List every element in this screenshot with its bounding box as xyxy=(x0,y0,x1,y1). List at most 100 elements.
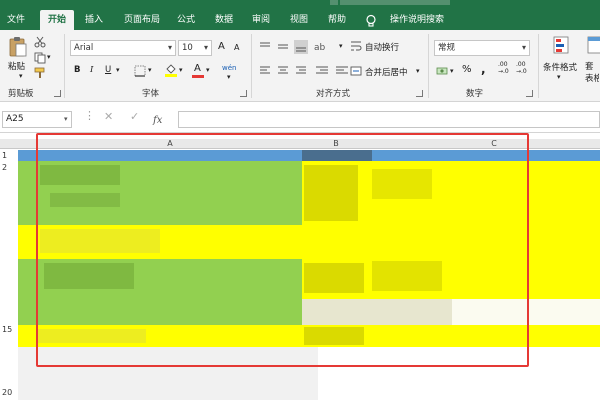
obscured-cell-text xyxy=(304,263,364,293)
font-color-button[interactable]: A xyxy=(192,62,204,78)
tab-view[interactable]: 视图 xyxy=(285,10,313,30)
accounting-dropdown-icon[interactable]: ▾ xyxy=(450,67,454,75)
tab-review[interactable]: 审阅 xyxy=(247,10,275,30)
phonetic-dropdown-icon[interactable]: ▾ xyxy=(227,73,231,81)
cancel-icon[interactable]: ✕ xyxy=(104,110,113,123)
wrap-text-button[interactable]: 自动换行 xyxy=(365,41,399,53)
column-header-a[interactable]: A xyxy=(40,139,300,149)
borders-dropdown-icon[interactable]: ▾ xyxy=(148,66,152,74)
format-painter-icon[interactable] xyxy=(34,67,46,79)
number-format-combo[interactable]: 常规 ▾ xyxy=(434,40,530,56)
copy-dropdown-icon[interactable]: ▾ xyxy=(47,53,51,61)
clipboard-launcher-icon[interactable] xyxy=(54,90,61,97)
vertical-align-icons[interactable]: ab xyxy=(258,40,330,54)
percent-button[interactable]: % xyxy=(462,64,472,75)
column-header-row: A B C xyxy=(0,139,600,149)
row-header-2[interactable]: 2 xyxy=(2,163,7,172)
font-color-swatch xyxy=(192,75,204,78)
conditional-formatting-icon[interactable] xyxy=(552,35,572,57)
group-separator xyxy=(428,34,429,98)
bold-button[interactable]: B xyxy=(74,65,80,75)
group-separator xyxy=(251,34,252,98)
row-header-15[interactable]: 15 xyxy=(2,325,12,334)
column-header-b[interactable]: B xyxy=(302,139,370,149)
data-cell-faded[interactable] xyxy=(302,299,452,325)
alignment-launcher-icon[interactable] xyxy=(416,90,423,97)
column-header-c[interactable]: C xyxy=(372,139,600,149)
merge-center-button[interactable]: 合并后居中 xyxy=(365,66,408,78)
wrap-text-icon[interactable] xyxy=(350,40,362,52)
merge-dropdown-icon[interactable]: ▾ xyxy=(416,67,420,75)
row-header-20[interactable]: 20 xyxy=(2,388,12,397)
grow-font-icon[interactable]: A xyxy=(218,41,225,52)
comma-style-button[interactable]: , xyxy=(481,62,486,76)
insert-function-icon[interactable]: fx xyxy=(152,112,170,126)
lightbulb-icon[interactable] xyxy=(364,14,378,28)
formula-bar-menu-icon[interactable]: ⋮ xyxy=(84,109,95,122)
tab-file[interactable]: 文件 xyxy=(2,10,30,30)
borders-icon[interactable] xyxy=(134,65,146,77)
obscured-cell-text xyxy=(304,165,358,221)
chevron-down-icon: ▾ xyxy=(203,43,208,52)
confirm-icon[interactable]: ✓ xyxy=(130,110,139,123)
font-size-combo[interactable]: 10 ▾ xyxy=(178,40,212,56)
cut-icon[interactable] xyxy=(34,36,46,48)
tell-me-search[interactable]: 操作说明搜索 xyxy=(382,10,452,30)
formula-bar: A25 ▾ ⋮ ✕ ✓ fx xyxy=(0,103,600,133)
orientation-dropdown-icon[interactable]: ▾ xyxy=(339,42,343,50)
data-cell-faded[interactable] xyxy=(452,299,600,325)
formula-input[interactable] xyxy=(178,111,600,128)
number-launcher-icon[interactable] xyxy=(526,90,533,97)
title-icon-blurred xyxy=(330,0,338,5)
fill-color-dropdown-icon[interactable]: ▾ xyxy=(179,66,183,74)
tab-help[interactable]: 帮助 xyxy=(323,10,351,30)
obscured-cell-text xyxy=(40,165,120,185)
title-text-blurred xyxy=(340,0,450,5)
underline-dropdown-icon[interactable]: ▾ xyxy=(116,66,120,74)
merge-center-icon[interactable] xyxy=(350,65,362,77)
header-band-cell[interactable] xyxy=(372,150,600,161)
italic-button[interactable]: I xyxy=(90,65,93,75)
tab-page-layout[interactable]: 页面布局 xyxy=(117,10,167,30)
paste-icon[interactable] xyxy=(8,36,28,58)
alignment-group-label: 对齐方式 xyxy=(316,89,351,99)
underline-button[interactable]: U xyxy=(105,65,111,75)
font-name-value: Arial xyxy=(74,43,94,53)
conditional-formatting-button[interactable]: 条件格式 xyxy=(543,61,577,73)
chevron-down-icon[interactable]: ▾ xyxy=(64,111,68,128)
name-box[interactable]: A25 xyxy=(2,111,72,128)
group-separator xyxy=(538,34,539,98)
svg-text:fx: fx xyxy=(152,115,163,126)
format-as-table-icon[interactable] xyxy=(587,35,600,57)
font-launcher-icon[interactable] xyxy=(240,90,247,97)
tab-home[interactable]: 开始 xyxy=(40,10,74,30)
font-size-value: 10 xyxy=(182,43,193,53)
tab-data[interactable]: 数据 xyxy=(210,10,238,30)
horizontal-align-icons[interactable] xyxy=(258,65,364,77)
obscured-cell-text xyxy=(50,193,120,207)
worksheet-grid[interactable]: A B C 1 2 15 20 xyxy=(0,133,600,400)
conditional-dropdown-icon[interactable]: ▾ xyxy=(557,73,561,81)
format-as-table-button[interactable]: 套 表格 xyxy=(585,61,599,85)
paste-button-label[interactable]: 粘贴 xyxy=(8,60,25,72)
paste-dropdown-icon[interactable]: ▾ xyxy=(19,72,23,80)
accounting-format-icon[interactable] xyxy=(436,65,448,77)
fill-color-icon[interactable] xyxy=(164,63,178,77)
header-band-cell[interactable] xyxy=(302,150,372,161)
increase-decimal-button[interactable]: .00 →.0 xyxy=(498,61,509,75)
copy-icon[interactable] xyxy=(34,52,46,64)
tab-insert[interactable]: 插入 xyxy=(80,10,108,30)
group-separator xyxy=(64,34,65,98)
font-name-combo[interactable]: Arial ▾ xyxy=(70,40,176,56)
row-header-1[interactable]: 1 xyxy=(2,151,7,160)
shrink-font-icon[interactable]: A xyxy=(234,43,239,52)
font-color-dropdown-icon[interactable]: ▾ xyxy=(206,66,210,74)
decrease-decimal-button[interactable]: .00 →.0 xyxy=(516,61,527,75)
phonetic-icon[interactable]: wén xyxy=(222,64,236,72)
obscured-cell-text xyxy=(372,261,442,291)
header-band-cell[interactable] xyxy=(18,150,302,161)
tab-formulas[interactable]: 公式 xyxy=(172,10,200,30)
number-group-label: 数字 xyxy=(466,89,484,99)
ribbon: 粘贴 ▾ ▾ 剪贴板 Arial ▾ 10 ▾ A A B I U ▾ ▾ ▾ … xyxy=(0,30,600,102)
data-cell-empty[interactable] xyxy=(18,347,318,400)
